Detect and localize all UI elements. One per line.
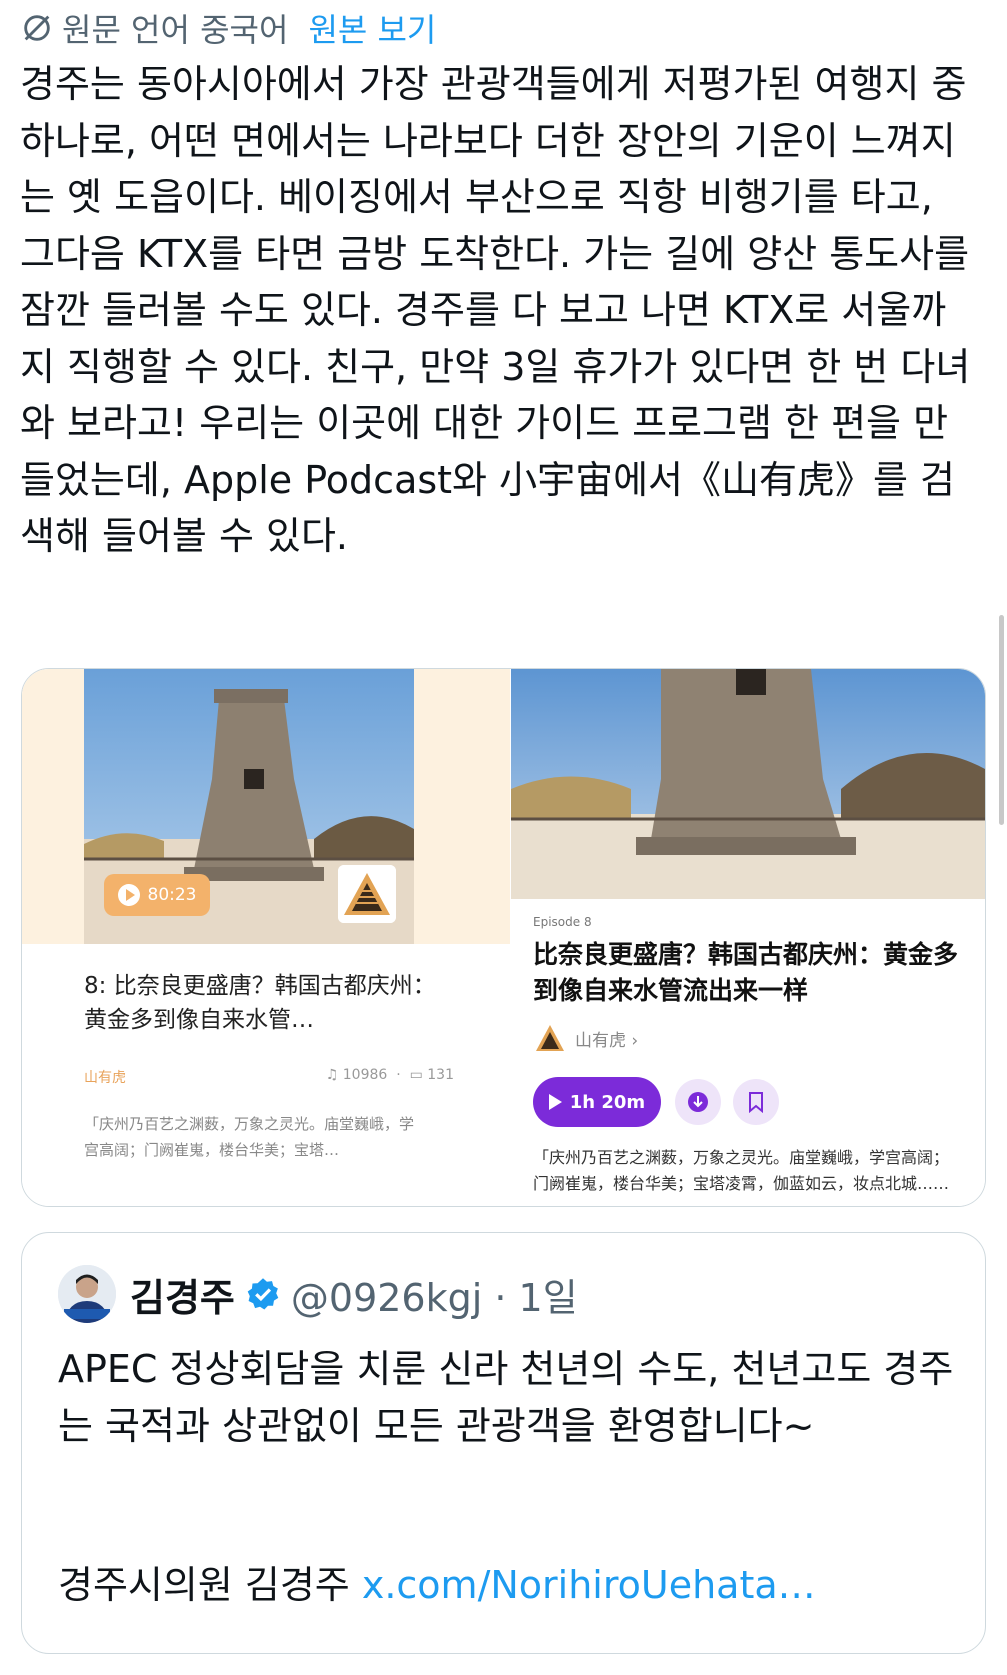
stats-left: ♫ 10986 · ▭ 131 [325, 1067, 454, 1083]
headphones-icon: ♫ [325, 1067, 339, 1083]
episode-snippet-left: 「庆州乃百艺之渊薮，万象之灵光。庙堂巍峨，学宫高阔；门阙崔嵬，楼台华美；宝塔… [84, 1115, 415, 1159]
quoted-post-link[interactable]: x.com/NorihiroUehata… [362, 1563, 816, 1607]
duration-label: 80:23 [147, 885, 197, 905]
episode-meta-left: 山有虎 ♫ 10986 · ▭ 131 [84, 1067, 454, 1087]
scrollbar[interactable] [999, 615, 1004, 825]
channel-link-right[interactable]: 山有虎 › [533, 1021, 638, 1055]
media-card[interactable]: 80:23 8: 比奈良更盛唐？韩国古都庆州：黄金多到像自来水管… 山有虎 ♫ … [21, 668, 986, 1207]
channel-name-left: 山有虎 [84, 1070, 126, 1086]
episode-number: Episode 8 [533, 915, 592, 929]
quoted-post-signature: 경주시의원 김경주 x.com/NorihiroUehata… [58, 1557, 816, 1614]
quoted-post-text: APEC 정상회담을 치룬 신라 천년의 수도, 천년고도 경주는 국적과 상관… [58, 1347, 954, 1448]
play-duration-label: 1h 20m [569, 1091, 646, 1113]
show-original-link[interactable]: 원본 보기 [308, 5, 436, 51]
verified-badge-icon [247, 1278, 279, 1310]
quoted-author-name[interactable]: 김경주 [130, 1267, 235, 1322]
quoted-author-handle: @0926kgj · 1일 [290, 1275, 578, 1320]
play-episode-button[interactable]: 1h 20m [533, 1077, 661, 1127]
comment-icon: ▭ [409, 1067, 423, 1083]
translation-bar: 원문 언어 중국어 원본 보기 [20, 6, 436, 50]
download-icon [688, 1092, 708, 1112]
episode-title-right: 比奈良更盛唐？韩国古都庆州：黄金多到像自来水管流出来一样 [533, 940, 959, 1005]
bookmark-icon [749, 1092, 763, 1113]
signature-text: 경주시의원 김경주 [58, 1563, 362, 1607]
episode-snippet-right: 「庆州乃百艺之渊薮，万象之灵光。庙堂巍峨，学宫高阔；门阙崔嵬，楼台华美；宝塔凌霄… [533, 1148, 950, 1193]
play-icon [548, 1094, 562, 1110]
avatar-image [58, 1265, 116, 1323]
quoted-post-header: 김경주 @0926kgj · 1일 [58, 1263, 578, 1325]
cheomseongdae-photo-right [511, 669, 985, 899]
download-button[interactable] [675, 1079, 721, 1125]
avatar[interactable] [58, 1265, 116, 1323]
quoted-post[interactable]: 김경주 @0926kgj · 1일 APEC 정상회담을 치룬 신라 천년의 수… [21, 1232, 986, 1654]
comments-count: 131 [427, 1067, 454, 1083]
podcast-screenshot-right[interactable]: Episode 8 比奈良更盛唐？韩国古都庆州：黄金多到像自来水管流出来一样 山… [511, 669, 985, 1206]
episode-title-left: 8: 比奈良更盛唐？韩国古都庆州：黄金多到像自来水管… [84, 973, 436, 1033]
podcast-screenshot-left[interactable]: 80:23 8: 比奈良更盛唐？韩国古都庆州：黄金多到像自来水管… 山有虎 ♫ … [22, 669, 510, 1206]
shanyouhu-logo-icon [338, 865, 396, 923]
bookmark-button[interactable] [733, 1079, 779, 1125]
post-text: 경주는 동아시아에서 가장 관광객들에게 저평가된 여행지 중 하나로, 어떤 … [20, 62, 971, 558]
listens-count: 10986 [342, 1067, 388, 1083]
translation-language-label: 원문 언어 중국어 [62, 11, 289, 49]
duration-pill[interactable]: 80:23 [104, 874, 210, 916]
channel-name-right: 山有虎 › [575, 1030, 639, 1051]
play-icon [117, 884, 140, 906]
translate-icon [24, 15, 50, 41]
shanyouhu-logo-icon [536, 1025, 564, 1051]
